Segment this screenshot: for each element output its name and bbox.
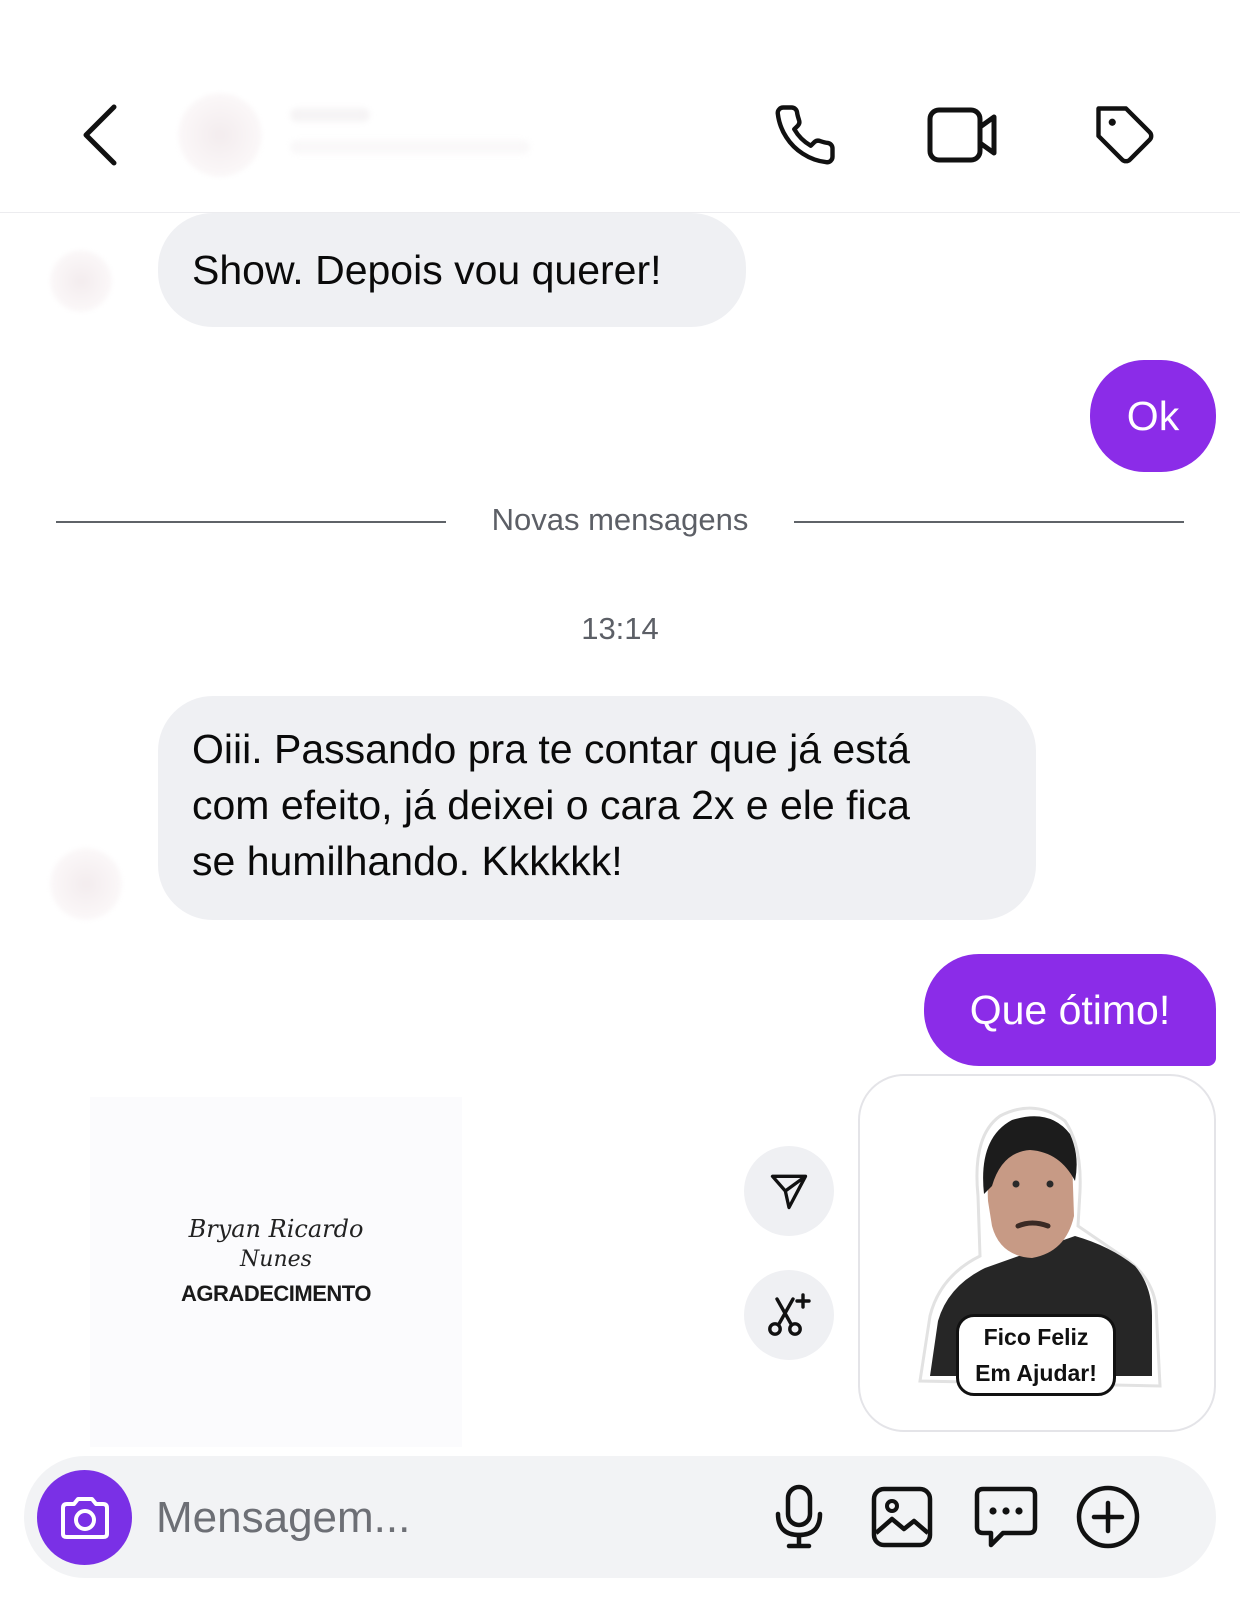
message-timestamp: 13:14 (581, 611, 659, 646)
message-input[interactable] (154, 1482, 718, 1554)
message-line: Oiii. Passando pra te contar que já está (192, 726, 910, 772)
signature-line: Nunes (240, 1247, 312, 1272)
send-icon (770, 1174, 808, 1210)
outgoing-message[interactable]: Ok (1090, 360, 1216, 472)
message-text: Ok (1126, 392, 1180, 439)
plus-circle-icon[interactable] (1070, 1482, 1146, 1552)
message-line: com efeito, já deixei o cara 2x e ele fi… (192, 782, 910, 828)
sender-avatar[interactable] (50, 848, 122, 920)
signature-line: Bryan Ricardo (188, 1215, 364, 1243)
camera-button[interactable] (37, 1470, 132, 1565)
video-camera-icon[interactable] (924, 100, 1000, 170)
contact-name[interactable] (290, 108, 370, 122)
sticker-caption-line: Fico Feliz (983, 1324, 1089, 1350)
share-button[interactable] (744, 1146, 834, 1236)
card-caption: AGRADECIMENTO (181, 1281, 371, 1306)
sticker-caption-line: Em Ajudar! (975, 1360, 1097, 1386)
contact-avatar[interactable] (178, 93, 262, 177)
sticker-message[interactable]: Fico Feliz Em Ajudar! (858, 1074, 1216, 1432)
divider-line-left (56, 521, 446, 523)
image-icon[interactable] (864, 1482, 940, 1552)
sender-avatar[interactable] (50, 250, 112, 312)
message-text: Que ótimo! (969, 986, 1171, 1033)
shared-image[interactable]: Bryan Ricardo Nunes AGRADECIMENTO (90, 1097, 462, 1447)
contact-status (290, 140, 530, 154)
message-composer (24, 1456, 1216, 1578)
outgoing-message[interactable]: Que ótimo! (924, 954, 1216, 1066)
divider-line-right (794, 521, 1184, 523)
microphone-icon[interactable] (764, 1482, 834, 1552)
scissors-sparkle-icon (768, 1293, 811, 1336)
message-line: se humilhando. Kkkkkk! (192, 838, 623, 884)
new-messages-divider: Novas mensagens (491, 502, 749, 537)
chat-screen: Show. Depois vou querer! Ok Novas mensag… (0, 0, 1240, 1600)
phone-icon[interactable] (770, 100, 840, 170)
incoming-message[interactable]: Oiii. Passando pra te contar que já está… (158, 696, 1036, 920)
chat-bubble-icon[interactable] (968, 1482, 1044, 1552)
chevron-left-icon[interactable] (70, 95, 130, 175)
camera-icon (60, 1496, 109, 1539)
chat-header (0, 0, 1240, 213)
remix-button[interactable] (744, 1270, 834, 1360)
incoming-message[interactable]: Show. Depois vou querer! (158, 213, 746, 327)
sticker-caption: Fico Feliz Em Ajudar! (956, 1314, 1116, 1396)
tag-icon[interactable] (1090, 100, 1162, 172)
message-text: Show. Depois vou querer! (192, 247, 662, 293)
